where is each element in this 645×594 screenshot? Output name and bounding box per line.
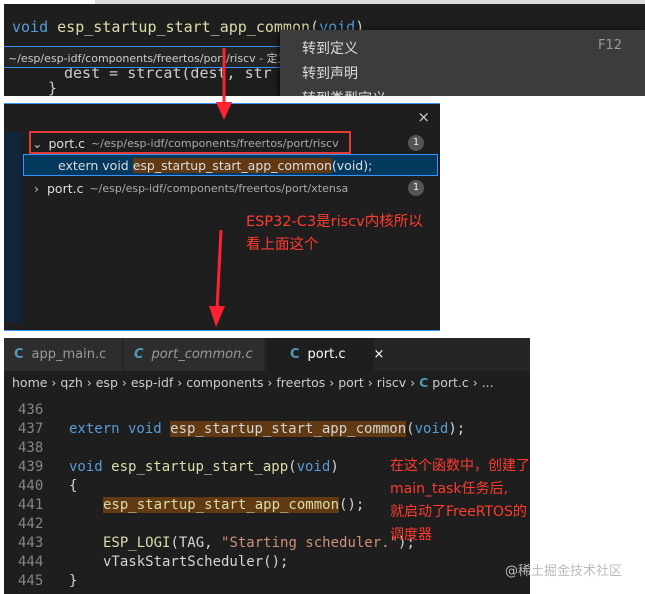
arrow-icon — [209, 229, 225, 327]
arrow-icon — [216, 48, 232, 120]
annotation-arrows — [209, 48, 232, 327]
